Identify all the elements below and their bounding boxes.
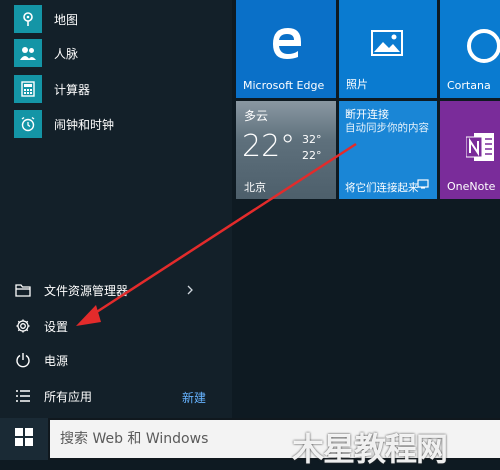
app-item-alarms[interactable]: 闹钟和时钟 — [14, 109, 114, 139]
file-explorer-item[interactable]: 文件资源管理器 — [14, 278, 220, 302]
new-badge: 新建 — [182, 391, 207, 405]
onenote-icon — [465, 131, 496, 167]
connect-footer: 将它们连接起来 — [345, 182, 419, 194]
list-icon — [14, 387, 32, 405]
calculator-icon — [14, 75, 42, 103]
tile-connect[interactable]: 断开连接 自动同步你的内容 将它们连接起来 — [339, 101, 437, 199]
power-label: 电源 — [44, 353, 69, 368]
settings-label: 设置 — [44, 319, 69, 334]
start-app-list: 地图 人脉 计算器 闹钟和时钟 文件资源管理器 设置 电源 所有应用 新建 — [0, 0, 232, 418]
app-item-maps[interactable]: 地图 — [14, 4, 78, 34]
tile-weather[interactable]: 多云 22° 32° 22° 北京 — [236, 101, 336, 199]
tile-label: OneNote — [447, 180, 496, 193]
settings-item[interactable]: 设置 — [14, 314, 68, 338]
tile-onenote[interactable]: OneNote — [440, 101, 500, 199]
edge-icon — [269, 24, 305, 64]
gear-icon — [14, 317, 32, 335]
app-label: 计算器 — [54, 82, 91, 97]
weather-low: 22° — [302, 149, 322, 162]
tile-label: Cortana — [447, 79, 491, 92]
cortana-icon — [464, 26, 500, 70]
windows-logo-icon — [15, 428, 33, 450]
app-item-people[interactable]: 人脉 — [14, 38, 78, 68]
start-button[interactable] — [0, 418, 48, 460]
all-apps-label: 所有应用 — [44, 389, 93, 404]
photo-icon — [371, 30, 403, 60]
app-label: 人脉 — [54, 46, 79, 61]
weather-high: 32° — [302, 133, 322, 146]
all-apps-item[interactable]: 所有应用 — [14, 384, 92, 408]
tile-label: 照片 — [346, 78, 368, 91]
alarm-clock-icon — [14, 110, 42, 138]
device-icon — [417, 174, 429, 193]
power-icon — [14, 351, 32, 369]
app-label: 地图 — [54, 12, 79, 27]
connect-title: 断开连接 — [345, 108, 389, 121]
tile-microsoft-edge[interactable]: Microsoft Edge — [236, 0, 336, 98]
file-explorer-label: 文件资源管理器 — [44, 283, 129, 298]
weather-city: 北京 — [244, 181, 266, 194]
chevron-right-icon[interactable] — [186, 278, 194, 302]
tile-cortana[interactable]: Cortana — [440, 0, 500, 98]
map-icon — [14, 5, 42, 33]
connect-body: 自动同步你的内容 — [345, 122, 429, 134]
folder-icon — [14, 281, 32, 299]
watermark: 木星教程网 — [292, 430, 448, 468]
weather-condition: 多云 — [244, 109, 269, 123]
weather-temperature: 22° — [242, 129, 296, 164]
tile-photos[interactable]: 照片 — [339, 0, 437, 98]
tile-label: Microsoft Edge — [243, 79, 325, 92]
people-icon — [14, 39, 42, 67]
app-item-calculator[interactable]: 计算器 — [14, 74, 90, 104]
app-label: 闹钟和时钟 — [54, 117, 115, 132]
power-item[interactable]: 电源 — [14, 348, 68, 372]
